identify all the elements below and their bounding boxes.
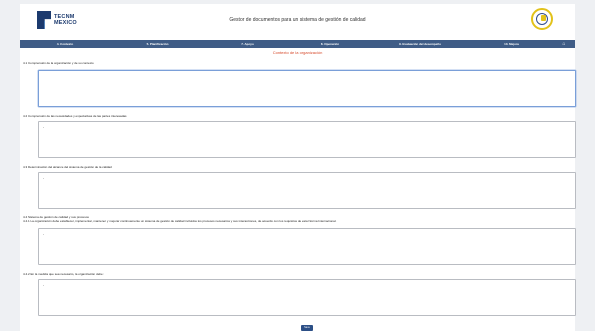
question-label-4-4: 4.4 Sistema de gestión de calidad y sus … <box>23 215 336 223</box>
page-frame: TECNM MEXICO Gestor de documentos para u… <box>20 4 576 331</box>
question-label-4-4-2: 4.4.2 En la medida que sea necesario, la… <box>23 272 104 276</box>
nav-item-planificacion[interactable]: 5. Planificación <box>110 42 205 46</box>
nav-item-mejora[interactable]: 10. Mejora <box>470 42 553 46</box>
question-label-4-4-1: 4.4.1 La organización debe establecer, i… <box>23 219 337 223</box>
answer-textarea-4-4-2[interactable]: - <box>38 279 576 316</box>
nav-item-apoyo[interactable]: 7. Apoyo <box>205 42 290 46</box>
nav-item-contexto[interactable]: 4. Contexto <box>20 42 110 46</box>
answer-textarea-4-3[interactable]: - <box>38 172 576 209</box>
header: TECNM MEXICO Gestor de documentos para u… <box>20 4 575 40</box>
question-label-4-2: 4.2 Comprensión de las necesidades y exp… <box>23 114 127 118</box>
question-label-4-3: 4.3 Determinación del alcance del sistem… <box>23 165 112 169</box>
section-title: Contexto de la organización <box>272 50 323 55</box>
nav-item-operacion[interactable]: 8. Operación <box>290 42 370 46</box>
home-icon[interactable]: ⌂ <box>553 40 575 48</box>
answer-textarea-4-1[interactable] <box>38 70 576 107</box>
app-title: Gestor de documentos para un sistema de … <box>229 17 366 23</box>
question-label-4-1: 4.1 Comprensión de la organización y de … <box>23 61 94 65</box>
main-nav: 4. Contexto 5. Planificación 7. Apoyo 8.… <box>20 40 575 48</box>
nav-item-evaluacion[interactable]: 9. Evaluación del desempeño <box>370 42 470 46</box>
answer-textarea-4-2[interactable]: - <box>38 121 576 158</box>
save-button[interactable]: Save <box>301 325 313 331</box>
answer-textarea-4-4-1[interactable]: - <box>38 228 576 265</box>
institution-seal-icon <box>531 8 553 30</box>
